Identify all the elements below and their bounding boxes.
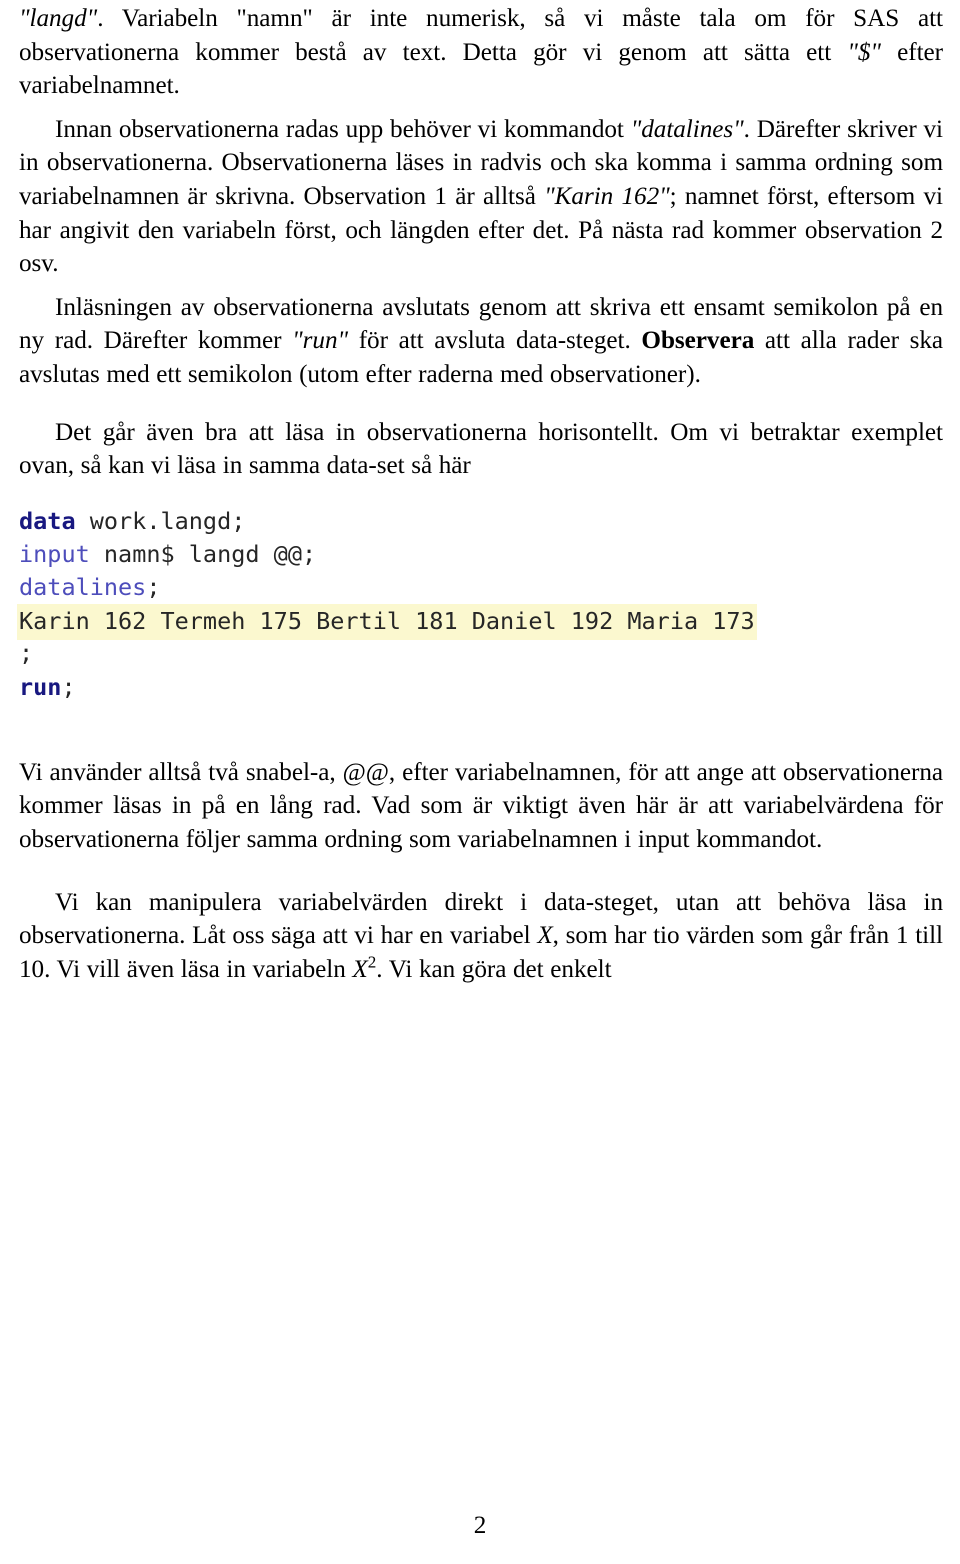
line-datalines: datalines;: [19, 571, 943, 604]
paragraph-4: Det går även bra att läsa in observation…: [19, 416, 943, 483]
paragraph-4-text: Det går även bra att läsa in observation…: [19, 418, 943, 480]
line-run-token-0: run: [19, 672, 62, 701]
line-input: input namn$ langd @@;: [19, 538, 943, 571]
paragraph-5-text: Vi använder alltså två snabel-a, @@, eft…: [19, 758, 943, 854]
inline-italic-datalines: "datalines": [630, 115, 744, 143]
line-input-token-1: namn$ langd @@;: [89, 539, 317, 568]
page-number: 2: [473, 1512, 487, 1539]
paragraph-2-text-a: Innan observationerna radas upp behöver …: [55, 115, 631, 143]
line-observations-token-0: Karin 162 Termeh 175 Bertil 181 Daniel 1…: [19, 607, 755, 636]
line-semicolon-token-0: ;: [19, 639, 34, 668]
inline-italic-run: "run": [292, 327, 349, 355]
math-variable-x-1: X: [537, 922, 553, 950]
paragraph-1: "langd". Variabeln "namn" är inte numeri…: [19, 2, 943, 103]
code-listing: data work.langd; input namn$ langd @@; dat…: [17, 505, 943, 704]
line-datalines-token-1: ;: [146, 573, 161, 602]
paragraph-6-text-c: . Vi kan göra det enkelt: [376, 955, 612, 983]
math-variable-x-2-exponent: 2: [367, 952, 377, 972]
line-run: run;: [19, 671, 943, 704]
line-data-token-1: work.langd;: [75, 506, 246, 535]
math-variable-x-squared: X2: [352, 953, 376, 983]
line-observations: Karin 162 Termeh 175 Bertil 181 Daniel 1…: [17, 604, 943, 641]
line-run-token-1: ;: [61, 672, 76, 701]
paragraph-1-text-a: . Variabeln "namn" är inte numerisk, så …: [19, 5, 943, 66]
paragraph-5: Vi använder alltså två snabel-a, @@, eft…: [19, 756, 943, 857]
math-variable-x-2-base: X: [352, 955, 368, 983]
line-data: data work.langd;: [19, 505, 943, 538]
inline-italic-karin162: "Karin 162": [544, 182, 670, 210]
line-datalines-token-0: datalines: [19, 573, 147, 602]
paragraph-2: Innan observationerna radas upp behöver …: [19, 113, 943, 281]
inline-italic-langd: "langd": [19, 5, 98, 32]
line-input-token-0: input: [19, 539, 90, 568]
paragraph-3: Inläsningen av observationerna avslutats…: [19, 291, 943, 392]
line-semicolon: ;: [19, 637, 943, 670]
inline-bold-observera: Observera: [641, 327, 755, 355]
paragraph-6: Vi kan manipulera variabelvärden direkt …: [19, 886, 943, 987]
document-page: "langd". Variabeln "namn" är inte numeri…: [0, 0, 960, 1564]
line-data-token-0: data: [19, 506, 76, 535]
inline-italic-dollar: "$": [847, 38, 881, 66]
paragraph-3-text-b: för att avsluta data-steget.: [348, 327, 642, 355]
highlighted-observation-line: Karin 162 Termeh 175 Bertil 181 Daniel 1…: [17, 604, 757, 641]
text-column: "langd". Variabeln "namn" är inte numeri…: [17, 0, 943, 987]
